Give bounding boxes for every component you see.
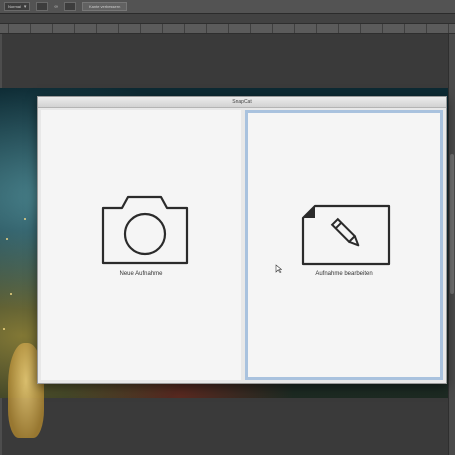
link-icon[interactable]: ∞ bbox=[54, 4, 58, 10]
preset-select-label: Normal bbox=[8, 4, 21, 9]
new-capture-option[interactable]: Neue Aufnahme bbox=[41, 110, 241, 380]
ruler-tick bbox=[140, 24, 141, 33]
chevron-down-icon: ▾ bbox=[23, 3, 27, 10]
dialog-titlebar[interactable]: SnapCat bbox=[38, 97, 446, 108]
sparkle bbox=[24, 218, 26, 220]
ruler-tick bbox=[404, 24, 405, 33]
ruler-tick bbox=[426, 24, 427, 33]
ruler-tick bbox=[30, 24, 31, 33]
ruler-tick bbox=[272, 24, 273, 33]
refine-edge-button-label: Kante verbessern bbox=[88, 4, 121, 9]
preset-select[interactable]: Normal ▾ bbox=[4, 2, 31, 11]
ruler-tick bbox=[8, 24, 9, 33]
horizontal-ruler bbox=[0, 24, 455, 34]
ruler-tick bbox=[118, 24, 119, 33]
sparkle bbox=[3, 328, 5, 330]
scrollbar-thumb[interactable] bbox=[450, 154, 454, 294]
ruler-tick bbox=[448, 24, 449, 33]
ruler-tick bbox=[382, 24, 383, 33]
ruler-tick bbox=[184, 24, 185, 33]
ruler-tick bbox=[294, 24, 295, 33]
pencil-icon bbox=[330, 217, 360, 247]
edit-capture-option[interactable]: Aufnahme bearbeiten bbox=[245, 110, 443, 380]
ruler-tick bbox=[74, 24, 75, 33]
ruler-tick bbox=[162, 24, 163, 33]
ruler-tick bbox=[250, 24, 251, 33]
ruler-tick bbox=[338, 24, 339, 33]
ruler-tick bbox=[316, 24, 317, 33]
refine-edge-button[interactable]: Kante verbessern bbox=[81, 2, 128, 11]
edit-document-icon bbox=[301, 204, 391, 266]
option-field-2[interactable] bbox=[63, 2, 76, 11]
mouse-pointer-icon bbox=[275, 264, 282, 273]
ruler-tick bbox=[96, 24, 97, 33]
document-tab-bar bbox=[0, 14, 455, 24]
options-bar: Normal ▾ ∞ Kante verbessern bbox=[0, 0, 455, 14]
sparkle bbox=[10, 293, 12, 295]
dialog-title: SnapCat bbox=[232, 99, 252, 105]
camera-icon bbox=[101, 195, 189, 265]
ruler-tick bbox=[228, 24, 229, 33]
ruler-tick bbox=[52, 24, 53, 33]
option-field[interactable] bbox=[36, 2, 49, 11]
new-capture-label: Neue Aufnahme bbox=[119, 271, 163, 277]
sparkle bbox=[6, 238, 8, 240]
snapcat-dialog: SnapCat Neue Aufnahme Aufnahme bearbeite… bbox=[37, 96, 447, 384]
ruler-tick bbox=[206, 24, 207, 33]
ruler-tick bbox=[360, 24, 361, 33]
vertical-scrollbar[interactable] bbox=[448, 34, 455, 455]
